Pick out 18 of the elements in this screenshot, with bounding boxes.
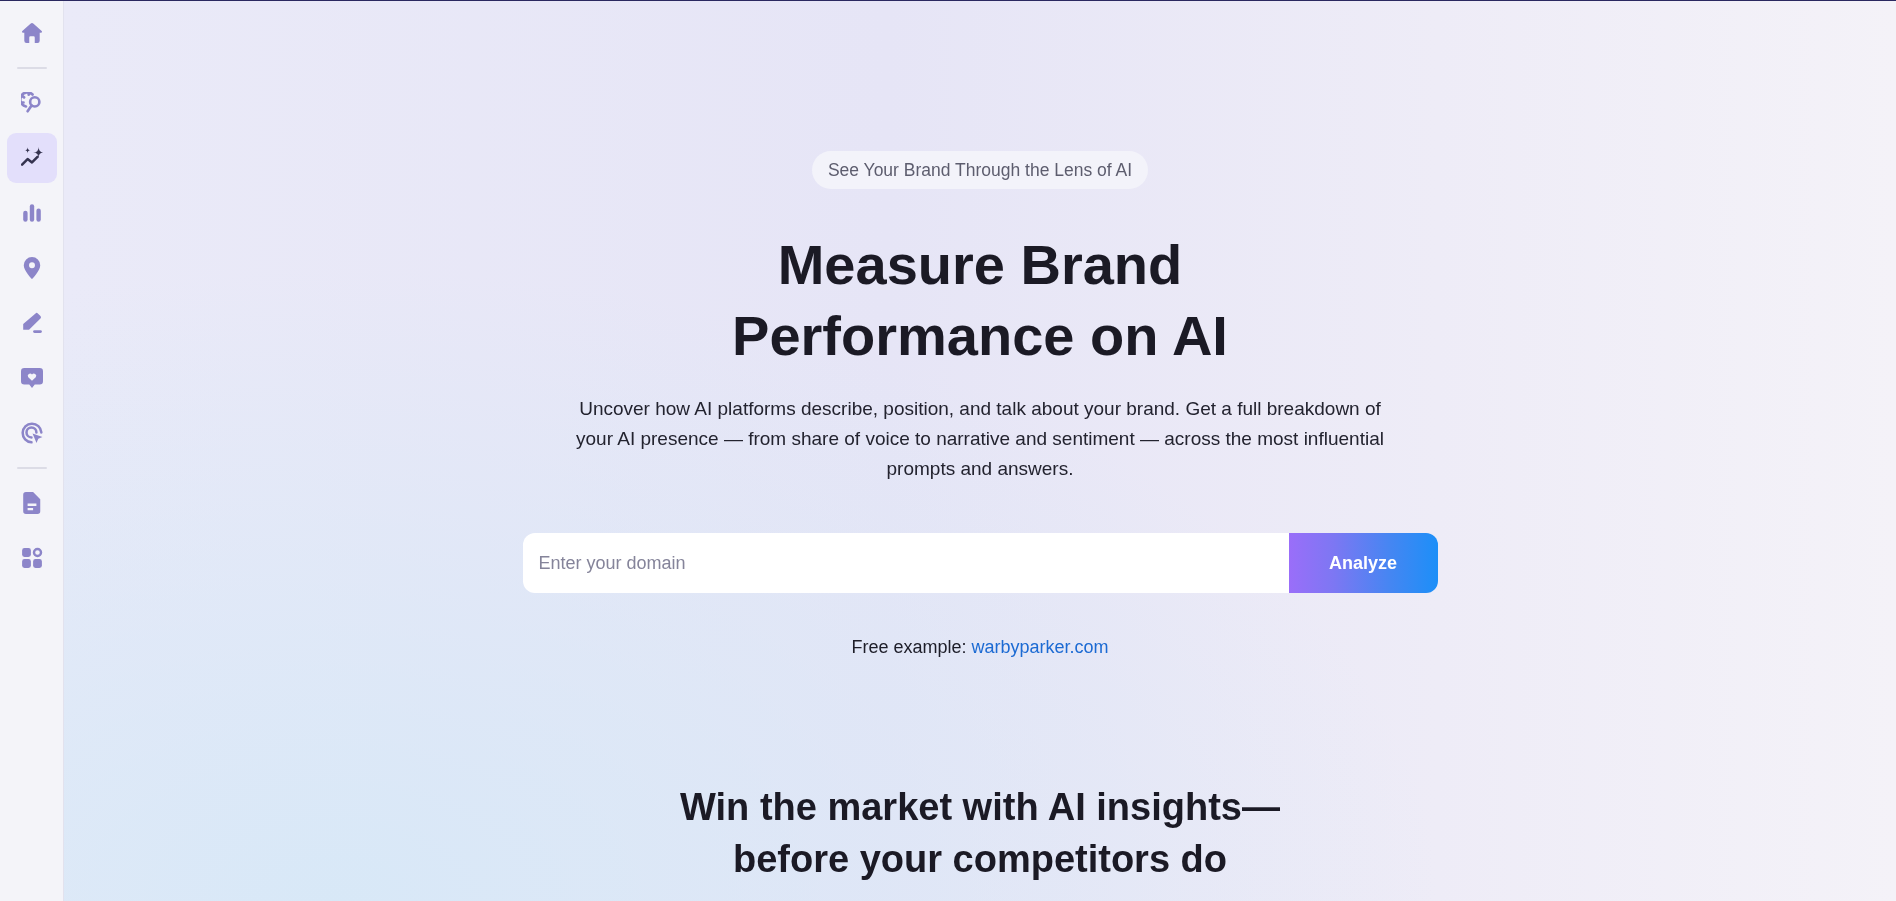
- hero-description: Uncover how AI platforms describe, position, and talk about your brand. Get a full breakdown of your AI presence — from share of voice to narrative and sentiment — across the most influential prompts and answers.: [575, 397, 1385, 481]
- gear-search-icon: [20, 92, 43, 114]
- example-link[interactable]: warbyparker.com: [971, 637, 1109, 657]
- section-title: Win the market with AI insights—before your competitors do: [679, 785, 1281, 882]
- document-icon: [20, 492, 43, 514]
- heart-chat-icon: [20, 367, 43, 389]
- hero-title: Measure Brand Performance on AI: [731, 232, 1229, 369]
- example-text: Free example: warbyparker.com: [851, 636, 1109, 659]
- sparkle-chart-icon: [20, 147, 43, 169]
- tagline-badge: See Your Brand Through the Lens of AI: [811, 151, 1149, 189]
- analyze-button[interactable]: Analyze: [1288, 533, 1438, 593]
- home-icon: [20, 22, 43, 44]
- bar-chart-icon: [20, 202, 43, 224]
- apps-grid-icon: [20, 547, 43, 569]
- sidebar-button[interactable]: [6, 133, 57, 183]
- pencil-icon: [20, 312, 43, 334]
- target-cursor-icon: [20, 422, 43, 444]
- domain-input[interactable]: Enter your domain: [522, 533, 1289, 593]
